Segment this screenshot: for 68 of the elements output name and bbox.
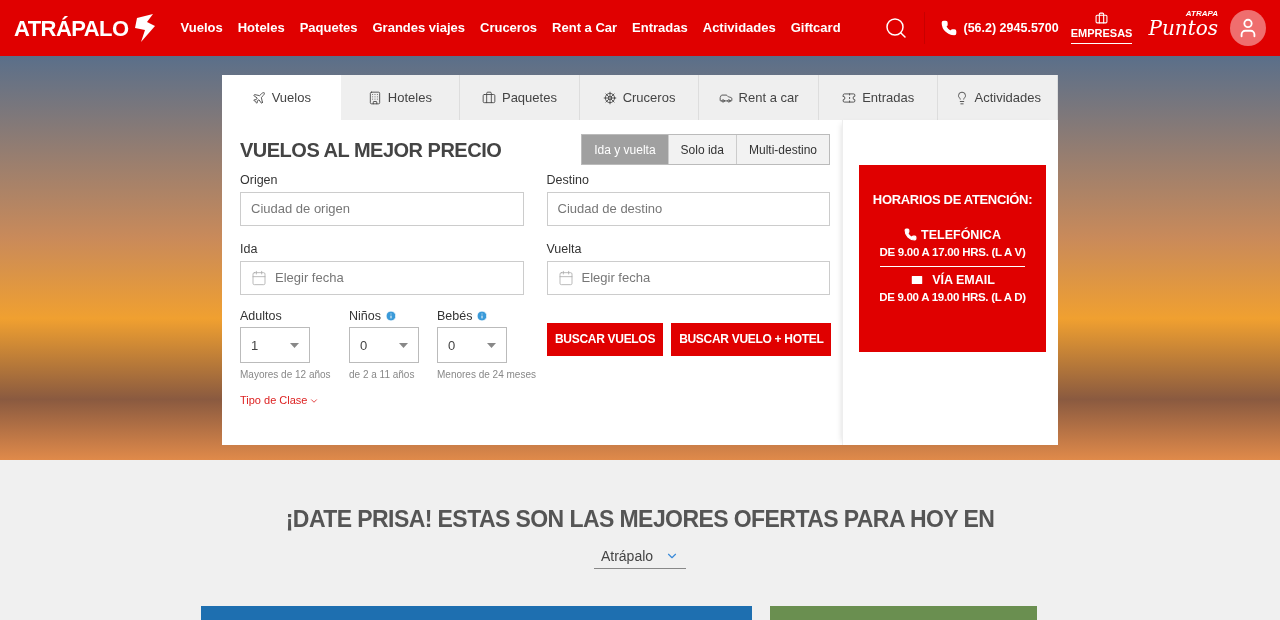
trip-type-toggle[interactable]: Multi-destino (735, 135, 829, 164)
trip-type-toggle[interactable]: Solo ida (667, 135, 736, 164)
text-input[interactable]: Elegir fecha (275, 267, 513, 288)
banner-text: VÍA EMAIL (932, 271, 995, 289)
field-label: Vuelta (546, 240, 583, 258)
info-icon[interactable] (384, 309, 397, 322)
puntos-logo-caption: ATRAPA (1185, 10, 1218, 18)
input-field[interactable]: Elegir fecha (240, 260, 524, 295)
field-label: Ida (240, 240, 259, 258)
text-input[interactable]: Ciudad de destino (557, 199, 819, 219)
search-button[interactable]: BUSCAR VUELO + HOTEL (671, 322, 832, 356)
search-button[interactable]: BUSCAR VUELOS (547, 322, 664, 356)
nav-link[interactable]: Vuelos (180, 18, 223, 38)
form-title: VUELOS AL MEJOR PRECIO (240, 137, 502, 163)
caret-icon (487, 342, 496, 348)
site-selector[interactable]: Atrápalo (594, 544, 686, 569)
trip-type-toggle[interactable]: Ida y vuelta (582, 135, 668, 164)
banner-text: DE 9.00 A 19.00 HRS. (L A D) (879, 290, 1026, 306)
nav-link[interactable]: Paquetes (299, 18, 358, 38)
nav-link[interactable]: Giftcard (790, 18, 841, 38)
field-label: Bebés (437, 307, 473, 325)
input-field[interactable]: Elegir fecha (546, 260, 830, 295)
passenger-select[interactable]: 0 (349, 327, 419, 364)
phone-number[interactable]: (56.2) 2945.5700 (963, 18, 1059, 38)
offers-title: ¡DATE PRISA! ESTAS SON LAS MEJORES OFERTAS PARA HOY EN (285, 505, 995, 534)
nav-link[interactable]: Entradas (632, 18, 688, 38)
field-hint: Menores de 24 meses (437, 368, 537, 383)
tab-icon (602, 90, 617, 105)
class-link[interactable]: Tipo de Clase (240, 392, 320, 409)
field-label: Destino (546, 172, 590, 189)
input-field[interactable]: Ciudad de destino (546, 191, 830, 226)
banner-text: DE 9.00 A 17.00 HRS. (L A V) (879, 244, 1026, 267)
logo[interactable]: ATRÁPALO (14, 11, 129, 45)
info-icon[interactable] (476, 309, 489, 322)
calendar-icon (251, 269, 267, 286)
field-label: Niños (349, 307, 381, 325)
puntos-logo[interactable]: Puntos (1148, 18, 1218, 38)
field-label: Adultos (240, 307, 282, 325)
nav-link[interactable]: Actividades (702, 18, 776, 38)
tab-icon (842, 90, 857, 105)
field-label: Origen (240, 172, 279, 189)
nav-link[interactable]: Hoteles (237, 18, 285, 38)
user-avatar[interactable] (1230, 10, 1266, 46)
banner-text: TELEFÓNICA (921, 226, 1001, 244)
caret-icon (290, 342, 299, 348)
briefcase-icon (1095, 11, 1109, 25)
tab-icon (367, 90, 382, 105)
field-hint: Mayores de 12 años (240, 368, 332, 383)
empresas-link[interactable]: EMPRESAS (1070, 24, 1133, 45)
calendar-icon (557, 269, 574, 286)
passenger-select[interactable]: 1 (240, 327, 310, 364)
tab[interactable]: Vuelos (222, 75, 341, 120)
field-hint: de 2 a 11 años (349, 368, 416, 383)
phone-icon (941, 20, 958, 36)
search-icon[interactable] (884, 16, 909, 40)
mail-icon (910, 272, 925, 287)
passenger-select[interactable]: 0 (437, 327, 507, 364)
input-field[interactable]: Ciudad de origen (240, 191, 524, 226)
banner-title: HORARIOS DE ATENCIÓN: (872, 191, 1033, 209)
text-input[interactable]: Elegir fecha (581, 267, 819, 288)
nav-link[interactable]: Rent a Car (552, 18, 618, 38)
text-input[interactable]: Ciudad de origen (251, 199, 513, 219)
caret-icon (399, 342, 408, 348)
tab-icon (481, 90, 496, 105)
tab-icon (251, 90, 266, 105)
nav-link[interactable]: Grandes viajes (372, 18, 465, 38)
nav-link[interactable]: Cruceros (480, 18, 538, 38)
phone-icon (904, 228, 918, 242)
